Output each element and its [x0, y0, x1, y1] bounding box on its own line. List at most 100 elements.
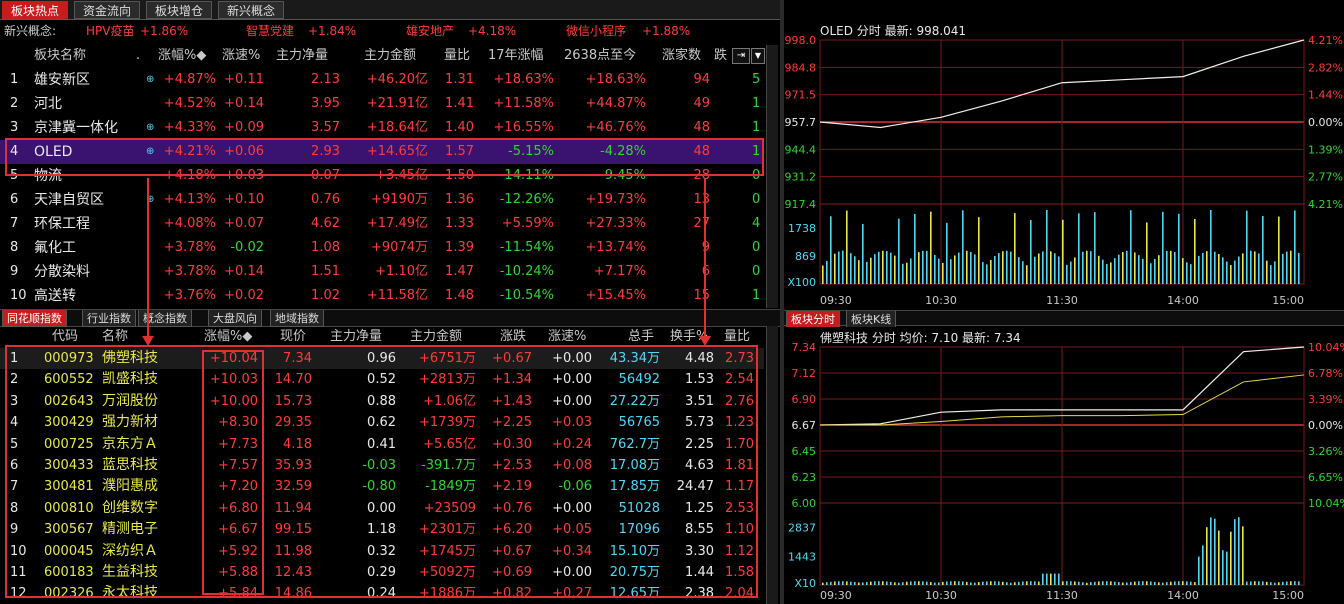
volume-bar [1106, 581, 1108, 585]
volume-bar [1234, 519, 1236, 585]
volume-bar [1266, 260, 1268, 284]
volume-bar [854, 256, 856, 284]
volume-bar [1130, 210, 1132, 284]
volume-bar [1234, 260, 1236, 284]
volume-bar [1202, 252, 1204, 284]
volume-bar [878, 251, 880, 284]
volume-bar [1270, 265, 1272, 284]
volume-bar [1034, 256, 1036, 284]
volume-bar [894, 255, 896, 284]
pct-tick-label: 4.21% [1308, 34, 1343, 47]
volume-bar [934, 582, 936, 585]
volume-bar [1258, 253, 1260, 284]
volume-bar [1282, 581, 1284, 585]
volume-bar [1250, 581, 1252, 585]
volume-bar [1150, 581, 1152, 585]
volume-bar [938, 582, 940, 585]
volume-bar [1146, 222, 1148, 284]
pct-tick-label: 3.26% [1308, 445, 1343, 458]
volume-bar [838, 581, 840, 585]
volume-bar [1026, 581, 1028, 585]
volume-bar [914, 214, 916, 284]
volume-bar [1286, 251, 1288, 284]
volume-bar [1074, 257, 1076, 284]
volume-bar [954, 255, 956, 284]
volume-bar [910, 258, 912, 284]
volume-bar [1290, 581, 1292, 585]
volume-bar [878, 581, 880, 585]
volume-bar [858, 260, 860, 284]
volume-bar [1158, 582, 1160, 585]
volume-bar [1134, 581, 1136, 585]
volume-tick-label: 1443 [788, 550, 816, 563]
volume-bar [830, 581, 832, 585]
volume-bar [1122, 582, 1124, 585]
volume-bar [1066, 264, 1068, 284]
volume-bar [1262, 581, 1264, 585]
volume-bar [1050, 251, 1052, 284]
volume-bar [1278, 582, 1280, 585]
volume-bar [1186, 262, 1188, 284]
tab-sector-kline[interactable]: 板块K线 [846, 311, 897, 328]
volume-bar [1294, 581, 1296, 585]
pct-tick-label: 6.78% [1308, 367, 1343, 380]
volume-bar [846, 210, 848, 284]
volume-bar [1166, 582, 1168, 585]
volume-bar [1210, 210, 1212, 284]
volume-bar [1014, 582, 1016, 585]
volume-bar [954, 581, 956, 585]
volume-bar [826, 261, 828, 284]
volume-bar [990, 581, 992, 585]
volume-bar [998, 253, 1000, 284]
volume-bar [962, 210, 964, 284]
volume-bar [1230, 531, 1232, 585]
time-tick-label: 09:30 [820, 294, 852, 307]
pct-tick-label: 10.04% [1308, 497, 1344, 510]
volume-bar [894, 582, 896, 585]
volume-bar [1226, 261, 1228, 284]
volume-bar [966, 250, 968, 284]
volume-bar [1126, 250, 1128, 284]
volume-bar [1270, 582, 1272, 585]
volume-bar [1170, 250, 1172, 284]
volume-bar [906, 262, 908, 284]
pct-tick-label: 2.82% [1308, 61, 1343, 74]
time-tick-label: 15:00 [1272, 294, 1304, 307]
volume-bar [1002, 581, 1004, 585]
volume-bar [1298, 581, 1300, 585]
volume-bar [886, 581, 888, 585]
price-tick-label: 6.67 [792, 419, 817, 432]
annotation-arrows [142, 178, 711, 346]
volume-bar [822, 582, 824, 585]
volume-bar [1190, 581, 1192, 585]
volume-bar [910, 581, 912, 585]
volume-bar [926, 581, 928, 585]
time-tick-label: 10:30 [925, 294, 957, 307]
volume-bar [1214, 518, 1216, 585]
volume-bar [890, 252, 892, 284]
volume-tick-label: X10 [794, 577, 816, 590]
volume-bar [1110, 262, 1112, 284]
volume-bar [1238, 517, 1240, 585]
volume-bar [906, 581, 908, 585]
volume-bar [1070, 581, 1072, 585]
sector-intraday-chart[interactable]: OLED 分时 最新: 998.041 998.0 4.21% 984.8 2.82%… [784, 20, 1344, 310]
volume-bar [1174, 252, 1176, 284]
volume-bar [1086, 582, 1088, 585]
pct-tick-label: 10.04% [1308, 341, 1344, 354]
pct-tick-label: 1.44% [1308, 89, 1343, 102]
pct-tick-label: 0.00% [1308, 116, 1343, 129]
pct-tick-label: 4.21% [1308, 198, 1343, 211]
volume-bar [902, 263, 904, 284]
volume-bar [1298, 252, 1300, 284]
tab-sector-intraday[interactable]: 板块分时 [786, 311, 840, 328]
volume-bar [1102, 581, 1104, 585]
volume-bar [1022, 261, 1024, 284]
stock-intraday-chart[interactable]: 佛塑科技 分时 均价: 7.10 最新: 7.34 7.3410.04%7.12… [784, 327, 1344, 604]
volume-bar [1110, 581, 1112, 585]
volume-bar [1074, 581, 1076, 585]
volume-bar [922, 581, 924, 585]
volume-bar [1182, 258, 1184, 284]
volume-bar [1178, 581, 1180, 585]
volume-bar [1274, 582, 1276, 585]
